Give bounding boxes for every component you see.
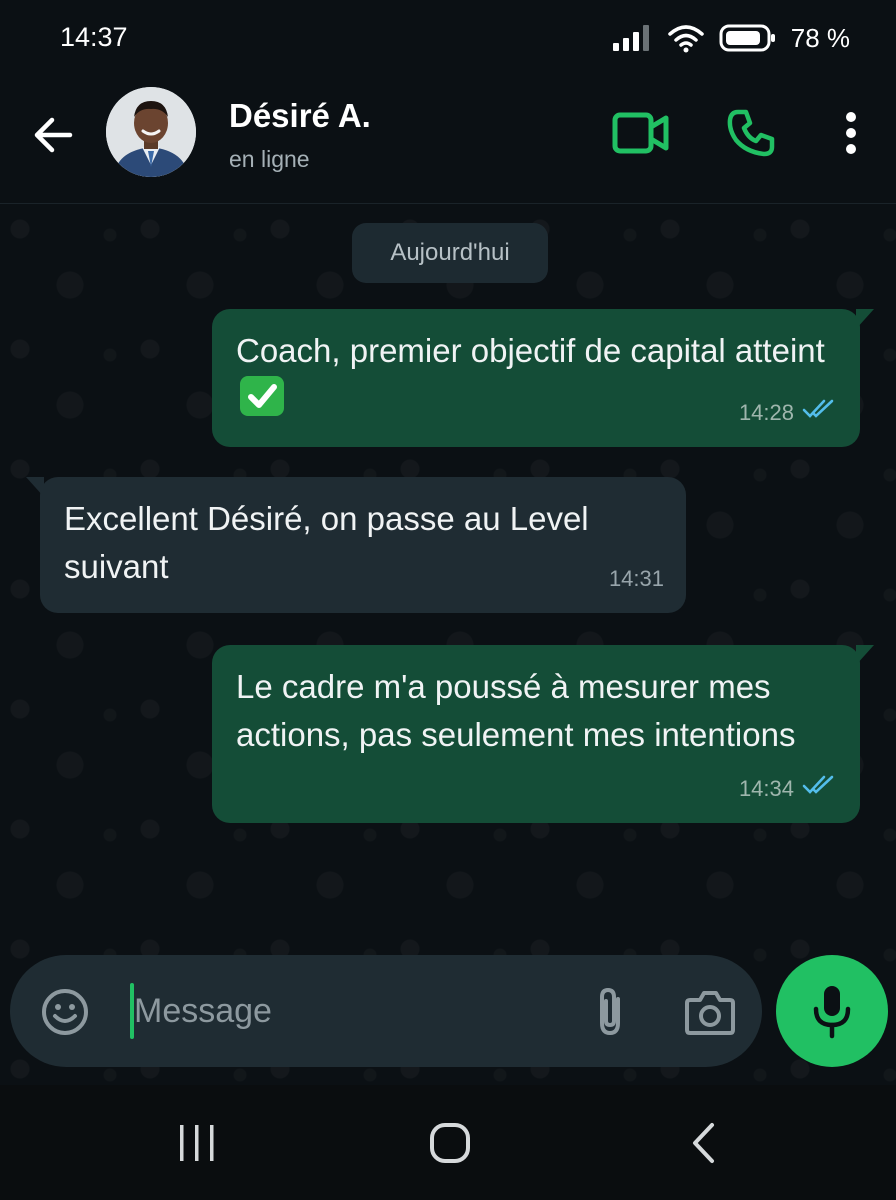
recents-icon[interactable] [175,1123,219,1163]
bubble-tail [856,645,874,665]
phone-icon[interactable] [726,108,776,158]
message-composer [10,955,762,1067]
message-text: Excellent Désiré, on passe au Level suiv… [64,500,589,585]
contact-name[interactable]: Désiré A. [229,97,371,135]
back-icon[interactable] [688,1121,718,1165]
read-ticks-icon [802,389,838,437]
back-arrow-icon[interactable] [30,112,76,158]
bubble-tail [26,477,44,497]
attach-icon[interactable] [588,985,632,1039]
message-time: 14:34 [738,776,794,801]
check-mark-button-emoji [240,376,284,416]
avatar[interactable] [106,87,196,177]
battery-icon [719,23,777,53]
emoji-icon[interactable] [40,987,90,1037]
contact-status: en ligne [229,146,310,172]
home-icon[interactable] [428,1121,472,1165]
message-bubble-incoming[interactable]: Excellent Désiré, on passe au Level suiv… [26,477,686,613]
message-meta: 14:31 [609,555,664,603]
mic-icon[interactable] [776,955,888,1067]
chat-header: Désiré A. en ligne [0,78,896,204]
system-nav-bar [0,1085,896,1200]
bubble-tail [856,309,874,329]
more-vert-icon[interactable] [836,110,866,156]
battery-percent: 78 % [790,22,850,53]
date-separator: Aujourd'hui [352,223,548,283]
video-call-icon[interactable] [612,110,670,156]
read-ticks-icon [802,765,838,813]
status-time: 14:37 [60,22,128,52]
camera-icon[interactable] [684,988,736,1036]
message-meta: 14:28 [739,389,838,437]
signal-icon [612,25,653,51]
message-bubble-outgoing[interactable]: Coach, premier objectif de capital attei… [212,309,874,447]
message-time: 14:28 [738,400,794,425]
message-text: Le cadre m'a poussé à mesurer mes action… [236,668,796,753]
message-bubble-outgoing[interactable]: Le cadre m'a poussé à mesurer mes action… [212,645,874,823]
wifi-icon [667,23,705,53]
message-time: 14:31 [608,566,664,591]
status-icons: 78 % [612,22,850,54]
status-bar: 14:37 78 % [0,0,896,78]
message-input[interactable] [134,985,554,1037]
message-meta: 14:34 [739,765,838,813]
chat-area[interactable]: Aujourd'hui Coach, premier objectif de c… [0,205,896,1085]
